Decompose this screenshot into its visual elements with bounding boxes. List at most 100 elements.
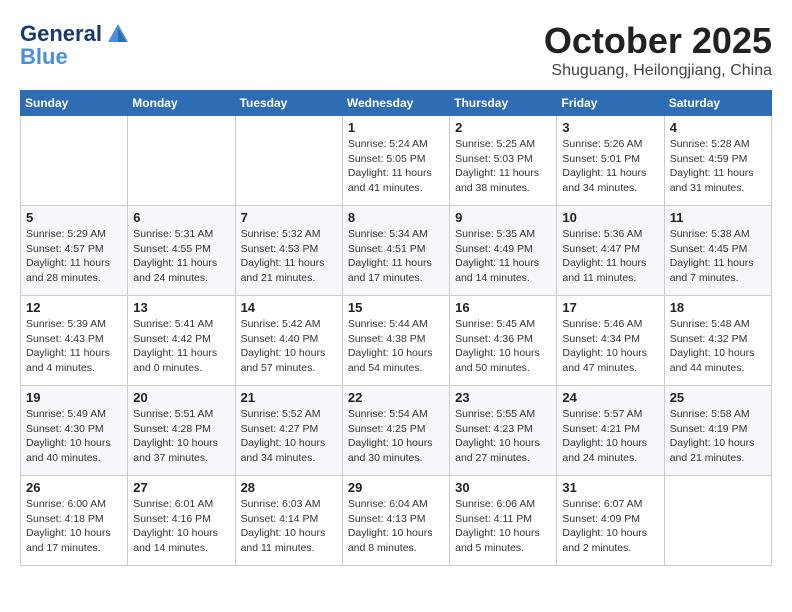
day-info: Sunrise: 5:44 AM Sunset: 4:38 PM Dayligh… bbox=[348, 317, 444, 376]
day-number: 21 bbox=[241, 390, 337, 405]
day-number: 2 bbox=[455, 120, 551, 135]
calendar-cell: 14 Sunrise: 5:42 AM Sunset: 4:40 PM Dayli… bbox=[235, 296, 342, 386]
day-info: Sunrise: 5:25 AM Sunset: 5:03 PM Dayligh… bbox=[455, 137, 551, 196]
weekday-header-monday: Monday bbox=[128, 91, 235, 116]
day-info: Sunrise: 5:36 AM Sunset: 4:47 PM Dayligh… bbox=[562, 227, 658, 286]
day-info: Sunrise: 5:26 AM Sunset: 5:01 PM Dayligh… bbox=[562, 137, 658, 196]
day-info: Sunrise: 5:41 AM Sunset: 4:42 PM Dayligh… bbox=[133, 317, 229, 376]
calendar-cell: 7 Sunrise: 5:32 AM Sunset: 4:53 PM Daylig… bbox=[235, 206, 342, 296]
calendar-cell bbox=[235, 116, 342, 206]
calendar-cell: 29 Sunrise: 6:04 AM Sunset: 4:13 PM Dayli… bbox=[342, 476, 449, 566]
calendar-cell: 12 Sunrise: 5:39 AM Sunset: 4:43 PM Dayli… bbox=[21, 296, 128, 386]
calendar-cell: 31Sunrise: 6:07 AM Sunset: 4:09 PM Dayli… bbox=[557, 476, 664, 566]
calendar-week-1: 1 Sunrise: 5:24 AM Sunset: 5:05 PM Daylig… bbox=[21, 116, 772, 206]
day-info: Sunrise: 6:03 AM Sunset: 4:14 PM Dayligh… bbox=[241, 497, 337, 556]
calendar-cell: 16 Sunrise: 5:45 AM Sunset: 4:36 PM Dayli… bbox=[450, 296, 557, 386]
day-number: 12 bbox=[26, 300, 122, 315]
day-info: Sunrise: 5:54 AM Sunset: 4:25 PM Dayligh… bbox=[348, 407, 444, 466]
day-number: 15 bbox=[348, 300, 444, 315]
day-number: 9 bbox=[455, 210, 551, 225]
day-number: 16 bbox=[455, 300, 551, 315]
day-number: 18 bbox=[670, 300, 766, 315]
calendar-week-3: 12 Sunrise: 5:39 AM Sunset: 4:43 PM Dayli… bbox=[21, 296, 772, 386]
calendar-cell: 28Sunrise: 6:03 AM Sunset: 4:14 PM Dayli… bbox=[235, 476, 342, 566]
day-info: Sunrise: 5:28 AM Sunset: 4:59 PM Dayligh… bbox=[670, 137, 766, 196]
calendar-table: SundayMondayTuesdayWednesdayThursdayFrid… bbox=[20, 90, 772, 566]
calendar-cell: 21 Sunrise: 5:52 AM Sunset: 4:27 PM Dayli… bbox=[235, 386, 342, 476]
day-info: Sunrise: 6:00 AM Sunset: 4:18 PM Dayligh… bbox=[26, 497, 122, 556]
weekday-header-wednesday: Wednesday bbox=[342, 91, 449, 116]
day-info: Sunrise: 5:52 AM Sunset: 4:27 PM Dayligh… bbox=[241, 407, 337, 466]
calendar-cell: 5Sunrise: 5:29 AM Sunset: 4:57 PM Daylig… bbox=[21, 206, 128, 296]
day-number: 17 bbox=[562, 300, 658, 315]
calendar-cell: 6 Sunrise: 5:31 AM Sunset: 4:55 PM Daylig… bbox=[128, 206, 235, 296]
day-number: 30 bbox=[455, 480, 551, 495]
calendar-cell: 4 Sunrise: 5:28 AM Sunset: 4:59 PM Daylig… bbox=[664, 116, 771, 206]
day-info: Sunrise: 5:55 AM Sunset: 4:23 PM Dayligh… bbox=[455, 407, 551, 466]
day-info: Sunrise: 5:48 AM Sunset: 4:32 PM Dayligh… bbox=[670, 317, 766, 376]
day-info: Sunrise: 6:06 AM Sunset: 4:11 PM Dayligh… bbox=[455, 497, 551, 556]
day-number: 19 bbox=[26, 390, 122, 405]
day-info: Sunrise: 6:04 AM Sunset: 4:13 PM Dayligh… bbox=[348, 497, 444, 556]
calendar-week-5: 26 Sunrise: 6:00 AM Sunset: 4:18 PM Dayli… bbox=[21, 476, 772, 566]
day-number: 8 bbox=[348, 210, 444, 225]
day-number: 1 bbox=[348, 120, 444, 135]
calendar-cell: 17Sunrise: 5:46 AM Sunset: 4:34 PM Dayli… bbox=[557, 296, 664, 386]
calendar-cell bbox=[664, 476, 771, 566]
logo-icon bbox=[104, 20, 132, 48]
location: Shuguang, Heilongjiang, China bbox=[544, 62, 772, 80]
page-header: General Blue October 2025 Shuguang, Heil… bbox=[20, 20, 772, 80]
day-info: Sunrise: 5:34 AM Sunset: 4:51 PM Dayligh… bbox=[348, 227, 444, 286]
calendar-cell: 8 Sunrise: 5:34 AM Sunset: 4:51 PM Daylig… bbox=[342, 206, 449, 296]
day-info: Sunrise: 5:57 AM Sunset: 4:21 PM Dayligh… bbox=[562, 407, 658, 466]
calendar-cell: 11Sunrise: 5:38 AM Sunset: 4:45 PM Dayli… bbox=[664, 206, 771, 296]
day-number: 6 bbox=[133, 210, 229, 225]
day-info: Sunrise: 5:31 AM Sunset: 4:55 PM Dayligh… bbox=[133, 227, 229, 286]
calendar-cell: 19 Sunrise: 5:49 AM Sunset: 4:30 PM Dayli… bbox=[21, 386, 128, 476]
day-number: 23 bbox=[455, 390, 551, 405]
day-number: 29 bbox=[348, 480, 444, 495]
day-info: Sunrise: 5:45 AM Sunset: 4:36 PM Dayligh… bbox=[455, 317, 551, 376]
day-number: 3 bbox=[562, 120, 658, 135]
calendar-week-2: 5Sunrise: 5:29 AM Sunset: 4:57 PM Daylig… bbox=[21, 206, 772, 296]
weekday-header-saturday: Saturday bbox=[664, 91, 771, 116]
day-info: Sunrise: 5:39 AM Sunset: 4:43 PM Dayligh… bbox=[26, 317, 122, 376]
calendar-cell: 25 Sunrise: 5:58 AM Sunset: 4:19 PM Dayli… bbox=[664, 386, 771, 476]
day-info: Sunrise: 5:32 AM Sunset: 4:53 PM Dayligh… bbox=[241, 227, 337, 286]
day-info: Sunrise: 5:51 AM Sunset: 4:28 PM Dayligh… bbox=[133, 407, 229, 466]
day-info: Sunrise: 6:01 AM Sunset: 4:16 PM Dayligh… bbox=[133, 497, 229, 556]
day-info: Sunrise: 5:42 AM Sunset: 4:40 PM Dayligh… bbox=[241, 317, 337, 376]
weekday-header-tuesday: Tuesday bbox=[235, 91, 342, 116]
calendar-cell: 3 Sunrise: 5:26 AM Sunset: 5:01 PM Daylig… bbox=[557, 116, 664, 206]
calendar-cell: 9Sunrise: 5:35 AM Sunset: 4:49 PM Daylig… bbox=[450, 206, 557, 296]
day-info: Sunrise: 5:24 AM Sunset: 5:05 PM Dayligh… bbox=[348, 137, 444, 196]
calendar-cell: 30 Sunrise: 6:06 AM Sunset: 4:11 PM Dayli… bbox=[450, 476, 557, 566]
day-info: Sunrise: 5:58 AM Sunset: 4:19 PM Dayligh… bbox=[670, 407, 766, 466]
day-number: 4 bbox=[670, 120, 766, 135]
day-info: Sunrise: 5:29 AM Sunset: 4:57 PM Dayligh… bbox=[26, 227, 122, 286]
day-number: 27 bbox=[133, 480, 229, 495]
day-info: Sunrise: 5:49 AM Sunset: 4:30 PM Dayligh… bbox=[26, 407, 122, 466]
day-number: 13 bbox=[133, 300, 229, 315]
weekday-header-sunday: Sunday bbox=[21, 91, 128, 116]
calendar-cell: 26 Sunrise: 6:00 AM Sunset: 4:18 PM Dayli… bbox=[21, 476, 128, 566]
weekday-header-row: SundayMondayTuesdayWednesdayThursdayFrid… bbox=[21, 91, 772, 116]
month-title: October 2025 bbox=[544, 20, 772, 62]
day-number: 10 bbox=[562, 210, 658, 225]
day-number: 26 bbox=[26, 480, 122, 495]
calendar-cell: 15 Sunrise: 5:44 AM Sunset: 4:38 PM Dayli… bbox=[342, 296, 449, 386]
day-number: 7 bbox=[241, 210, 337, 225]
weekday-header-thursday: Thursday bbox=[450, 91, 557, 116]
calendar-cell: 2 Sunrise: 5:25 AM Sunset: 5:03 PM Daylig… bbox=[450, 116, 557, 206]
calendar-cell: 27 Sunrise: 6:01 AM Sunset: 4:16 PM Dayli… bbox=[128, 476, 235, 566]
calendar-cell: 23 Sunrise: 5:55 AM Sunset: 4:23 PM Dayli… bbox=[450, 386, 557, 476]
day-number: 25 bbox=[670, 390, 766, 405]
calendar-cell: 18 Sunrise: 5:48 AM Sunset: 4:32 PM Dayli… bbox=[664, 296, 771, 386]
calendar-cell: 13 Sunrise: 5:41 AM Sunset: 4:42 PM Dayli… bbox=[128, 296, 235, 386]
day-number: 14 bbox=[241, 300, 337, 315]
weekday-header-friday: Friday bbox=[557, 91, 664, 116]
day-number: 20 bbox=[133, 390, 229, 405]
day-number: 11 bbox=[670, 210, 766, 225]
calendar-cell: 20 Sunrise: 5:51 AM Sunset: 4:28 PM Dayli… bbox=[128, 386, 235, 476]
calendar-cell: 22Sunrise: 5:54 AM Sunset: 4:25 PM Dayli… bbox=[342, 386, 449, 476]
